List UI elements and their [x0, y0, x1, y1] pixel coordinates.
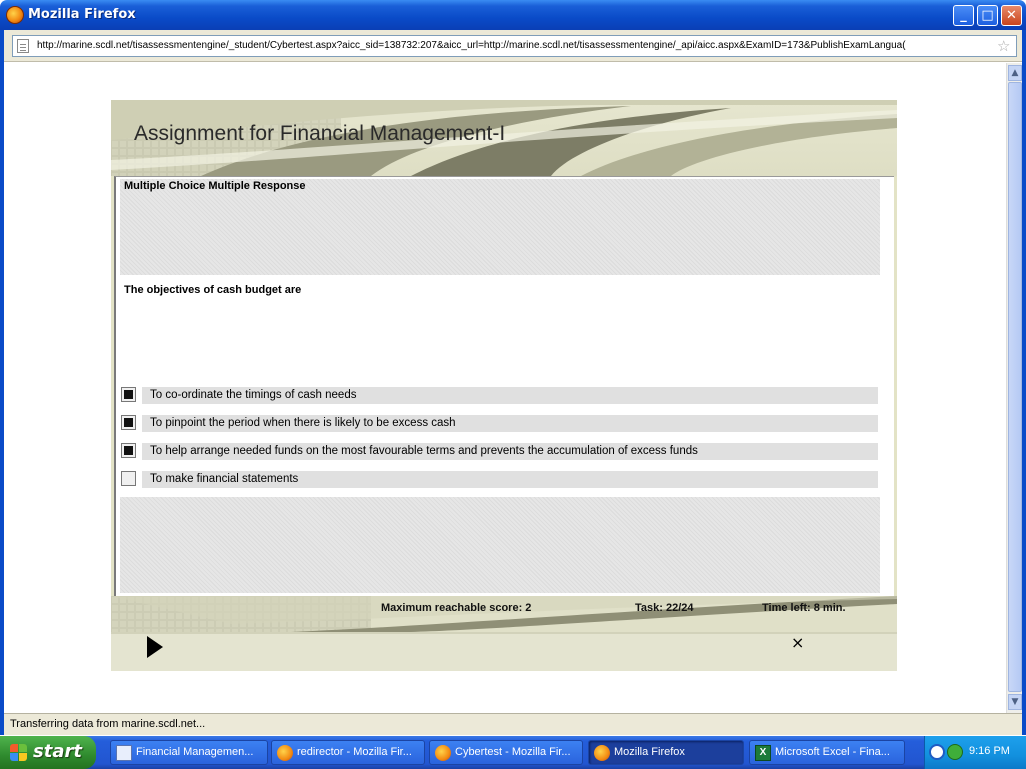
window-frame-right — [1022, 30, 1026, 735]
windows-logo-icon — [10, 744, 28, 762]
answer-option[interactable]: To pinpoint the period when there is lik… — [118, 414, 878, 433]
maximize-button[interactable]: □ — [977, 5, 998, 26]
option-checkbox[interactable] — [121, 387, 136, 402]
window-titlebar[interactable]: Mozilla Firefox _ □ ✕ — [0, 0, 1026, 30]
answer-option[interactable]: To make financial statements — [118, 470, 878, 489]
taskbar-item[interactable]: redirector - Mozilla Fir... — [271, 740, 425, 765]
firefox-icon — [277, 745, 293, 761]
taskbar-item-label: Microsoft Excel - Fina... — [775, 746, 890, 758]
status-text: Transferring data from marine.scdl.net..… — [10, 718, 206, 730]
question-text: The objectives of cash budget are — [124, 284, 302, 296]
option-bar[interactable]: To make financial statements — [142, 471, 878, 488]
navigation-toolbar: http://marine.scdl.net/tisassessmentengi… — [4, 30, 1022, 62]
taskbar-item-label: Financial Managemen... — [136, 746, 254, 758]
clock: 9:16 PM — [969, 745, 1010, 757]
close-window-button[interactable]: ✕ — [1001, 5, 1022, 26]
system-tray: 9:16 PM — [924, 736, 1026, 769]
firefox-icon — [435, 745, 451, 761]
time-left-label: Time left: 8 min. — [762, 602, 846, 614]
option-label: To co-ordinate the timings of cash needs — [150, 389, 357, 401]
taskbar-item-active[interactable]: Mozilla Firefox — [588, 740, 744, 765]
option-bar[interactable]: To help arrange needed funds on the most… — [142, 443, 878, 460]
document-icon — [116, 745, 132, 761]
bookmark-star-icon[interactable]: ☆ — [997, 37, 1010, 55]
option-checkbox[interactable] — [121, 415, 136, 430]
taskbar-item[interactable]: Financial Managemen... — [110, 740, 268, 765]
exam-footer: Maximum reachable score: 2 Task: 22/24 T… — [111, 596, 897, 671]
taskbar-item[interactable]: Cybertest - Mozilla Fir... — [429, 740, 583, 765]
answer-option[interactable]: To help arrange needed funds on the most… — [118, 442, 878, 461]
tray-arrow-icon[interactable] — [929, 744, 945, 760]
next-arrow-icon[interactable] — [147, 636, 163, 658]
taskbar-item-label: Cybertest - Mozilla Fir... — [455, 746, 571, 758]
option-checkbox[interactable] — [121, 471, 136, 486]
question-type-box: Multiple Choice Multiple Response — [120, 179, 880, 275]
url-text[interactable]: http://marine.scdl.net/tisassessmentengi… — [37, 40, 992, 51]
excel-icon: X — [755, 745, 771, 761]
option-checkbox[interactable] — [121, 443, 136, 458]
response-feedback-box — [120, 497, 880, 593]
exam-title: Assignment for Financial Management-I — [134, 122, 506, 145]
tray-app-icon[interactable] — [947, 744, 963, 760]
firefox-icon — [6, 6, 24, 24]
max-score-label: Maximum reachable score: 2 — [381, 602, 532, 614]
taskbar-item-label: redirector - Mozilla Fir... — [297, 746, 412, 758]
start-button[interactable]: start — [0, 736, 96, 769]
firefox-icon — [594, 745, 610, 761]
question-area: Multiple Choice Multiple Response The ob… — [114, 176, 894, 596]
page-icon — [17, 39, 29, 53]
option-label: To pinpoint the period when there is lik… — [150, 417, 456, 429]
taskbar: start Financial Managemen... redirector … — [0, 736, 1026, 769]
option-label: To make financial statements — [150, 473, 299, 485]
close-exam-button[interactable]: × — [791, 633, 804, 652]
task-counter: Task: 22/24 — [635, 602, 694, 614]
scroll-up-arrow-icon[interactable]: ▲ — [1008, 65, 1022, 81]
address-bar[interactable]: http://marine.scdl.net/tisassessmentengi… — [12, 35, 1017, 57]
scrollbar-thumb[interactable] — [1008, 82, 1022, 692]
scroll-down-arrow-icon[interactable]: ▼ — [1008, 694, 1022, 710]
exam-panel: Assignment for Financial Management-I Mu… — [111, 100, 897, 671]
question-type-label: Multiple Choice Multiple Response — [124, 180, 306, 192]
option-bar[interactable]: To co-ordinate the timings of cash needs — [142, 387, 878, 404]
status-bar: Transferring data from marine.scdl.net..… — [4, 713, 1022, 735]
option-bar[interactable]: To pinpoint the period when there is lik… — [142, 415, 878, 432]
vertical-scrollbar[interactable]: ▲ ▼ — [1006, 63, 1022, 713]
window-title: Mozilla Firefox — [28, 7, 136, 22]
option-label: To help arrange needed funds on the most… — [150, 445, 698, 457]
minimize-button[interactable]: _ — [953, 5, 974, 26]
taskbar-item-label: Mozilla Firefox — [614, 746, 685, 758]
exam-header: Assignment for Financial Management-I — [111, 100, 897, 176]
taskbar-item[interactable]: X Microsoft Excel - Fina... — [749, 740, 905, 765]
start-label: start — [33, 741, 82, 762]
answer-option[interactable]: To co-ordinate the timings of cash needs — [118, 386, 878, 405]
